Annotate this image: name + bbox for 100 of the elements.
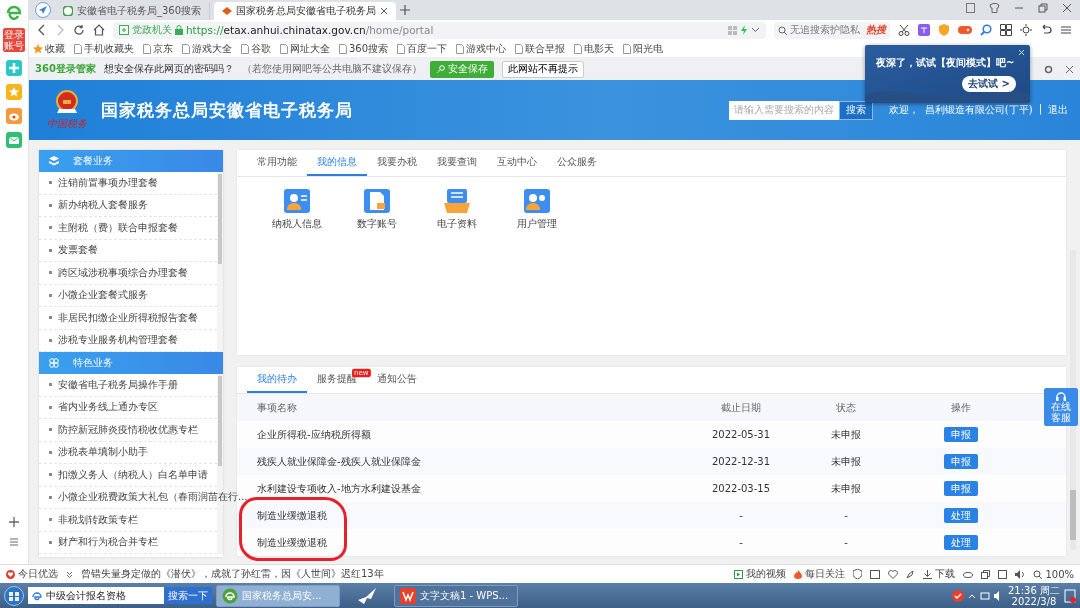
tab[interactable]: 我要办税 [366,150,427,176]
header-search-button[interactable]: 搜索 [838,100,873,120]
sidebar-item[interactable]: 主附税（费）联合申报套餐 [57,220,178,235]
sidebar-item[interactable]: 防控新冠肺炎疫情税收优惠专栏 [57,422,198,437]
speaker-icon[interactable] [1015,569,1026,579]
heart-outline-icon[interactable] [888,569,899,579]
sidebar-item[interactable]: 财产和行为税合并专栏 [57,535,158,550]
flame-icon [794,569,803,579]
taskbar-search-field[interactable]: 中级会计报名资格 [28,587,164,604]
bookmark-link[interactable]: 网址大全 [289,41,330,56]
flower-icon [48,358,59,368]
sidebar-item[interactable]: 跨区域涉税事项综合办理套餐 [57,265,188,280]
browser-logo-icon[interactable] [5,4,23,20]
shortcut-tile[interactable]: 纳税人信息 [256,189,337,355]
back-icon[interactable] [36,24,47,36]
bullet-icon [48,518,52,522]
add-icon[interactable] [8,516,20,529]
taskbar-item[interactable]: 文字文稿1 - WPS... [394,584,518,607]
tab[interactable]: 常用功能 [246,150,307,176]
undo-icon[interactable] [1040,24,1052,36]
settings-icon[interactable] [1044,64,1053,74]
bookmark-link[interactable]: 联合早报 [525,41,566,56]
window-icon[interactable] [998,569,1008,579]
scissors-icon[interactable] [898,24,910,36]
bookmark-link[interactable]: 收藏 [44,41,65,56]
shortcut-tile[interactable]: 用户管理 [496,189,577,355]
daily-follow-link[interactable]: 每日关注 [805,567,846,582]
sidebar-item[interactable]: 发票套餐 [57,243,98,258]
sidebar-item[interactable]: 小微企业税费政策大礼包（春雨润苗在行... [57,490,248,505]
antivirus-icon[interactable] [952,589,964,602]
home-icon[interactable] [92,24,105,36]
close-icon[interactable] [380,7,389,15]
address-bar[interactable]: 党政机关 https://etax.anhui.chinatax.gov.cn/home/portal [112,21,766,39]
bookmark-link[interactable]: 电影天 [584,41,615,56]
action-button[interactable]: 处理 [944,535,978,550]
downloads-link[interactable]: 下载 [935,567,956,582]
sidebar-item[interactable]: 省内业务线上通办专区 [57,400,158,415]
close-icon[interactable] [1065,64,1074,74]
menu-icon[interactable] [1060,24,1072,36]
sidebar-item[interactable]: 涉税表单填制小助手 [57,445,148,460]
tab[interactable]: 我的信息 [306,150,367,176]
taskbar-search-button[interactable]: 搜索一下 [164,587,212,604]
tab[interactable]: 我要查询 [426,150,487,176]
dismiss-button[interactable]: 此网站不再提示 [501,60,584,78]
sidebar-item[interactable]: 注销前置事项办理套餐 [57,175,158,190]
sidebar-item[interactable]: 新办纳税人套餐服务 [57,198,148,213]
game-icon[interactable] [958,25,972,35]
sidebar-item[interactable]: 涉税专业服务机构管理套餐 [57,333,178,348]
today-picks-link[interactable]: 今日优选 [18,567,58,582]
tab[interactable]: 公众服务 [546,150,607,176]
shortcut-tile[interactable]: 电子资料 [416,189,497,355]
logout-link[interactable]: 退出 [1048,103,1068,117]
action-button[interactable]: 申报 [944,454,978,469]
window-count-icon[interactable] [966,3,975,13]
browser-tab[interactable]: 安徽省电子税务局_360搜索 [54,2,211,20]
news-headline[interactable]: 曾错失量身定做的《潜伏》，成就了孙红雷，因《人世间》迟红13年 [81,567,384,582]
bullet-icon [48,181,52,185]
tab[interactable]: 互动中心 [486,150,547,176]
action-button[interactable]: 处理 [944,508,978,523]
apps-icon[interactable] [1000,24,1012,36]
network-icon[interactable] [980,590,990,601]
user-name[interactable]: 昌利锻造有限公司(丁平) [924,103,1033,117]
search-field[interactable]: 无追搜索护隐私 热搜 [774,21,890,39]
action-button[interactable]: 申报 [944,427,978,442]
brightness-icon[interactable] [1020,24,1032,36]
tax-emblem-icon [222,6,233,16]
bookmark-link[interactable]: 谷歌 [250,41,271,56]
my-videos-link[interactable]: 我的视频 [746,567,787,582]
bookmark-link[interactable]: 360搜索 [348,41,389,56]
browser-tab[interactable]: 国家税务总局安徽省电子税务局 [214,2,397,20]
sidebar-item[interactable]: 扣缴义务人（纳税人）白名单申请 [57,467,208,482]
bookmark-link[interactable]: 百度一下 [407,41,448,56]
copy-icon[interactable] [981,569,991,579]
action-button[interactable]: 申报 [944,481,978,496]
bookmark-link[interactable]: 阳光电 [633,41,664,56]
close-icon[interactable] [1062,3,1072,13]
navigation-icon[interactable] [34,2,51,18]
sidebar-item[interactable]: 小微企业套餐式服务 [57,288,148,303]
star-app-icon[interactable] [6,84,22,100]
bookmark-link[interactable]: 京东 [152,41,173,56]
search-icon[interactable] [980,24,992,36]
bookmark-link[interactable]: 游戏中心 [466,41,507,56]
shield-icon[interactable] [853,569,863,580]
account-badge[interactable]: 登录账号 [3,28,25,52]
dropdown-icon[interactable] [751,27,760,33]
restore-icon[interactable] [1038,3,1048,13]
zoom-level[interactable]: 100% [1045,568,1074,580]
image-icon[interactable] [870,569,881,579]
start-button-icon[interactable] [4,585,24,606]
sidebar-item[interactable]: 非税划转政策专栏 [57,512,138,527]
reload-icon[interactable] [72,24,85,36]
bookmark-link[interactable]: 手机收藏夹 [83,41,134,56]
sidebar-item[interactable]: 安徽省电子税务局操作手册 [57,377,178,392]
shortcut-tile[interactable]: 数字账号 [336,189,417,355]
translate-icon[interactable] [918,24,930,36]
sidebar-item[interactable]: 非居民扣缴企业所得税报告套餐 [57,310,198,325]
notification-icon[interactable] [1064,588,1076,603]
new-tab-icon[interactable] [400,5,411,15]
try-button[interactable]: 去试试 > [962,76,1016,92]
bookmark-link[interactable]: 游戏大全 [191,41,232,56]
